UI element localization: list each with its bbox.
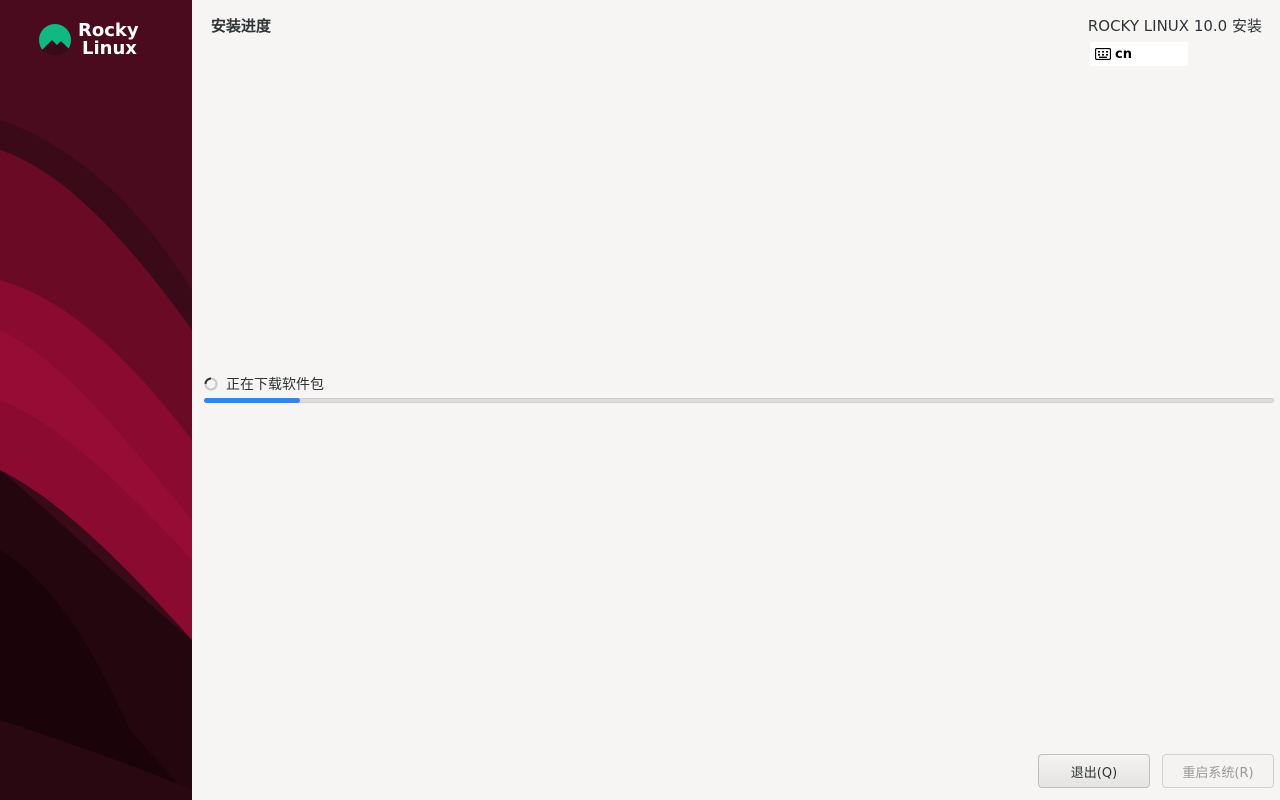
keyboard-layout-indicator[interactable]: cn (1090, 42, 1188, 66)
sidebar-background (0, 0, 192, 800)
product-title: ROCKY LINUX 10.0 安装 (1087, 17, 1262, 35)
keyboard-layout-label: cn (1115, 46, 1132, 62)
keyboard-icon (1095, 48, 1111, 60)
rocky-mountain-logo-icon (39, 24, 71, 56)
spinner-icon (204, 377, 218, 391)
install-progress-bar (204, 398, 1274, 403)
reboot-button[interactable]: 重启系统(R) (1162, 754, 1274, 788)
rocky-linux-logo: Rocky Linux (38, 20, 148, 60)
progress-status: 正在下载软件包 (204, 374, 324, 394)
sidebar: Rocky Linux (0, 0, 192, 800)
quit-button[interactable]: 退出(Q) (1038, 754, 1150, 788)
logo-text: Rocky Linux (78, 22, 139, 58)
install-progress-fill (204, 398, 300, 403)
progress-status-text: 正在下载软件包 (226, 377, 324, 393)
page-title: 安装进度 (211, 17, 272, 35)
logo-line2: Linux (82, 38, 137, 59)
